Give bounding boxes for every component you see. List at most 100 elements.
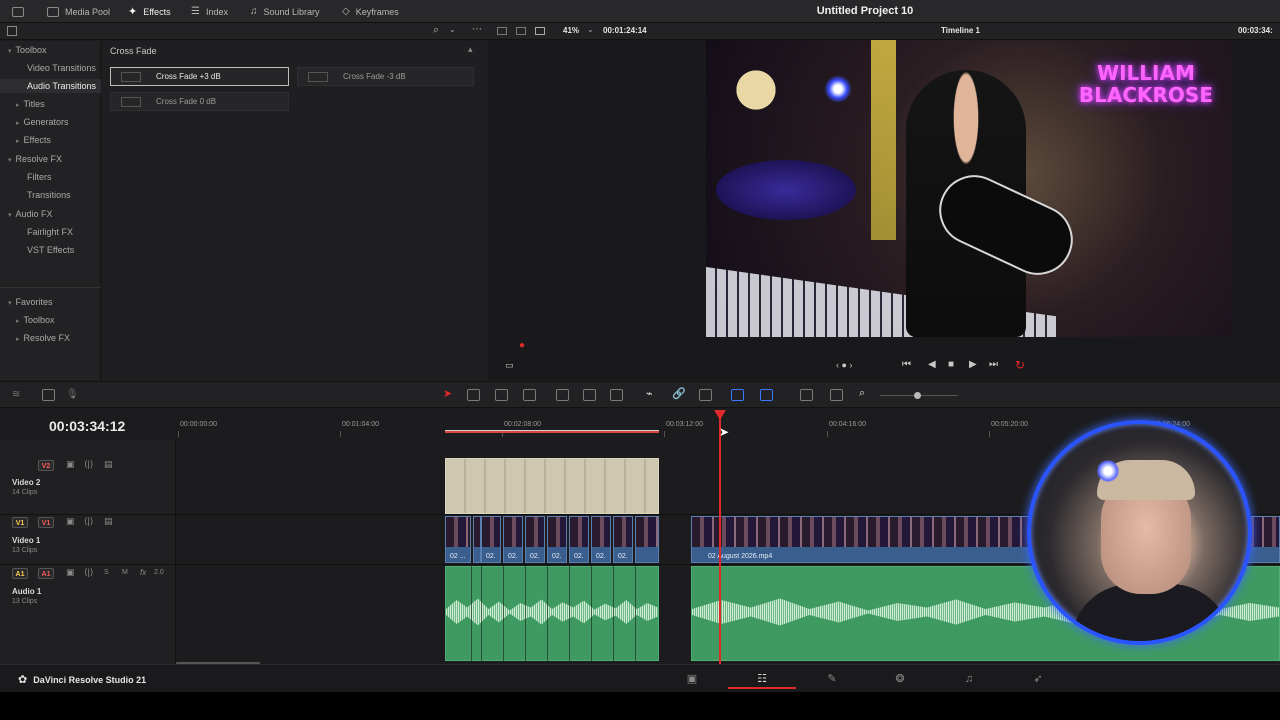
v1-clip[interactable]: 02... — [613, 516, 633, 563]
v1-clip[interactable]: 02... — [481, 516, 501, 563]
auto-select-icon[interactable]: ⟨|⟩ — [84, 567, 93, 578]
tree-fairlight-fx[interactable]: Fairlight FX — [27, 227, 73, 237]
v1-clip[interactable]: 02 ... — [445, 516, 471, 563]
go-to-end-icon[interactable]: ⏭ — [989, 359, 998, 370]
tree-resolve-fx[interactable]: ▾ Resolve FX — [8, 154, 62, 164]
tree-effects[interactable]: ▸ Effects — [16, 135, 51, 145]
tree-toolbox[interactable]: ▾ Toolbox — [8, 45, 47, 55]
lock-icon[interactable]: ▣ — [66, 567, 75, 578]
source-a1-badge[interactable]: A1 — [12, 568, 28, 579]
replace-clip-icon[interactable] — [610, 389, 623, 401]
go-to-start-icon[interactable]: ⏮ — [902, 359, 911, 370]
collapse-icon[interactable]: ▴ — [468, 44, 473, 55]
zoom-dropdown-icon[interactable]: ⌄ — [587, 25, 594, 34]
v1-clip[interactable]: 02... — [547, 516, 567, 563]
solo-button[interactable]: S — [104, 569, 109, 576]
dynamic-trim-icon[interactable] — [495, 389, 508, 401]
layout-icon[interactable]: ≋ — [12, 389, 25, 401]
effects-button[interactable]: ✦ Effects — [128, 0, 171, 23]
zoom-full-icon[interactable] — [800, 389, 813, 401]
more-options-icon[interactable]: ⋯ — [472, 24, 482, 35]
playhead[interactable] — [719, 413, 721, 664]
timeline-name[interactable]: Timeline 1 — [941, 26, 980, 35]
sound-library-button[interactable]: ♫ Sound Library — [250, 0, 320, 23]
in-out-range[interactable] — [445, 430, 659, 433]
chevron-down-icon[interactable]: ⌄ — [449, 25, 456, 34]
effect-cross-fade-plus3[interactable]: Cross Fade +3 dB — [110, 67, 289, 86]
stop-icon[interactable]: ■ — [948, 359, 954, 370]
disable-track-icon[interactable]: ▤ — [104, 516, 113, 527]
mic-icon[interactable]: 🎙 — [66, 389, 79, 401]
a1-clip-group[interactable] — [445, 566, 659, 661]
effect-cross-fade-minus3[interactable]: Cross Fade -3 dB — [297, 67, 474, 86]
auto-select-icon[interactable]: ⟨|⟩ — [84, 516, 93, 527]
sidebar-toggle-icon[interactable] — [7, 26, 17, 36]
tree-fav-toolbox[interactable]: ▸ Toolbox — [16, 315, 55, 325]
edit-page-icon[interactable]: ☷ — [755, 672, 769, 686]
jog-marker-icon[interactable]: ● — [519, 340, 525, 351]
tree-filters[interactable]: Filters — [27, 172, 52, 182]
v2-clip-group[interactable] — [445, 458, 659, 514]
tree-transitions[interactable]: Transitions — [27, 190, 71, 200]
zoom-slider-handle[interactable] — [914, 392, 921, 399]
v1-clip[interactable] — [635, 516, 659, 563]
lock-icon[interactable]: ▣ — [66, 516, 75, 527]
media-page-icon[interactable]: ▣ — [685, 672, 699, 686]
tree-vst-effects[interactable]: VST Effects — [27, 245, 74, 255]
overwrite-clip-icon[interactable] — [583, 389, 596, 401]
disable-track-icon[interactable]: ▤ — [104, 459, 113, 470]
v1-clip[interactable]: 02... — [525, 516, 545, 563]
effect-cross-fade-0[interactable]: Cross Fade 0 dB — [110, 92, 289, 111]
tree-titles[interactable]: ▸ Titles — [16, 99, 45, 109]
v1-clip[interactable]: 02... — [569, 516, 589, 563]
play-icon[interactable]: ▶ — [969, 359, 977, 370]
panel-toggle-button[interactable] — [12, 0, 24, 23]
loop-icon[interactable]: ↻ — [1015, 358, 1025, 372]
viewer-options-icon[interactable]: ▭ — [505, 360, 514, 371]
color-page-icon[interactable]: ❂ — [893, 672, 907, 686]
play-reverse-icon[interactable]: ◀ — [928, 359, 936, 370]
tree-audio-transitions[interactable]: Audio Transitions — [0, 79, 101, 93]
zoom-level[interactable]: 41% — [563, 26, 579, 35]
track-a1-badge[interactable]: A1 — [38, 568, 54, 579]
tree-audio-fx[interactable]: ▾ Audio FX — [8, 209, 53, 219]
snapping-icon[interactable]: ⌁ — [646, 387, 659, 400]
fairlight-page-icon[interactable]: ♫ — [962, 672, 976, 686]
zoom-detail-icon[interactable] — [830, 389, 843, 401]
zoom-custom-icon[interactable]: ⌕ — [859, 387, 872, 399]
dual-viewer-icon[interactable] — [516, 27, 526, 35]
index-button[interactable]: ☰ Index — [191, 0, 228, 23]
v1-clip[interactable]: 02... — [503, 516, 523, 563]
audio-meter-icon[interactable] — [42, 389, 55, 401]
marker-icon[interactable] — [760, 389, 773, 401]
track-v1-badge[interactable]: V1 — [38, 517, 54, 528]
track-v2-badge[interactable]: V2 — [38, 460, 54, 471]
v1-clip[interactable]: 02... — [591, 516, 611, 563]
tree-video-transitions[interactable]: Video Transitions — [27, 63, 96, 73]
media-pool-button[interactable]: Media Pool — [47, 0, 110, 23]
link-icon[interactable]: 🔗 — [672, 387, 686, 400]
single-viewer-icon[interactable] — [497, 27, 507, 35]
tree-generators[interactable]: ▸ Generators — [16, 117, 69, 127]
flag-icon[interactable] — [731, 389, 744, 401]
insert-clip-icon[interactable] — [556, 389, 569, 401]
auto-select-icon[interactable]: ⟨|⟩ — [84, 459, 93, 470]
keyframes-button[interactable]: ◇ Keyframes — [342, 0, 399, 23]
source-v1-badge[interactable]: V1 — [12, 517, 28, 528]
v1-clip[interactable] — [473, 516, 481, 563]
trim-tool-icon[interactable] — [467, 389, 480, 401]
mute-button[interactable]: M — [122, 569, 128, 576]
fusion-page-icon[interactable]: ✎ — [825, 672, 839, 686]
jog-wheel-icon[interactable]: ‹ ● › — [836, 360, 852, 370]
deliver-page-icon[interactable]: ➶ — [1031, 672, 1045, 686]
tree-fav-resolve-fx[interactable]: ▸ Resolve FX — [16, 333, 70, 343]
blade-tool-icon[interactable] — [523, 389, 536, 401]
playhead-handle[interactable] — [714, 410, 726, 420]
tree-favorites[interactable]: ▾ Favorites — [8, 297, 53, 307]
fx-icon[interactable]: fx — [140, 568, 146, 577]
search-icon[interactable]: ⌕ — [433, 24, 439, 37]
position-lock-icon[interactable] — [699, 389, 712, 401]
cinema-viewer-icon[interactable] — [535, 27, 545, 35]
selection-tool-icon[interactable]: ➤ — [443, 387, 456, 400]
lock-icon[interactable]: ▣ — [66, 459, 75, 470]
